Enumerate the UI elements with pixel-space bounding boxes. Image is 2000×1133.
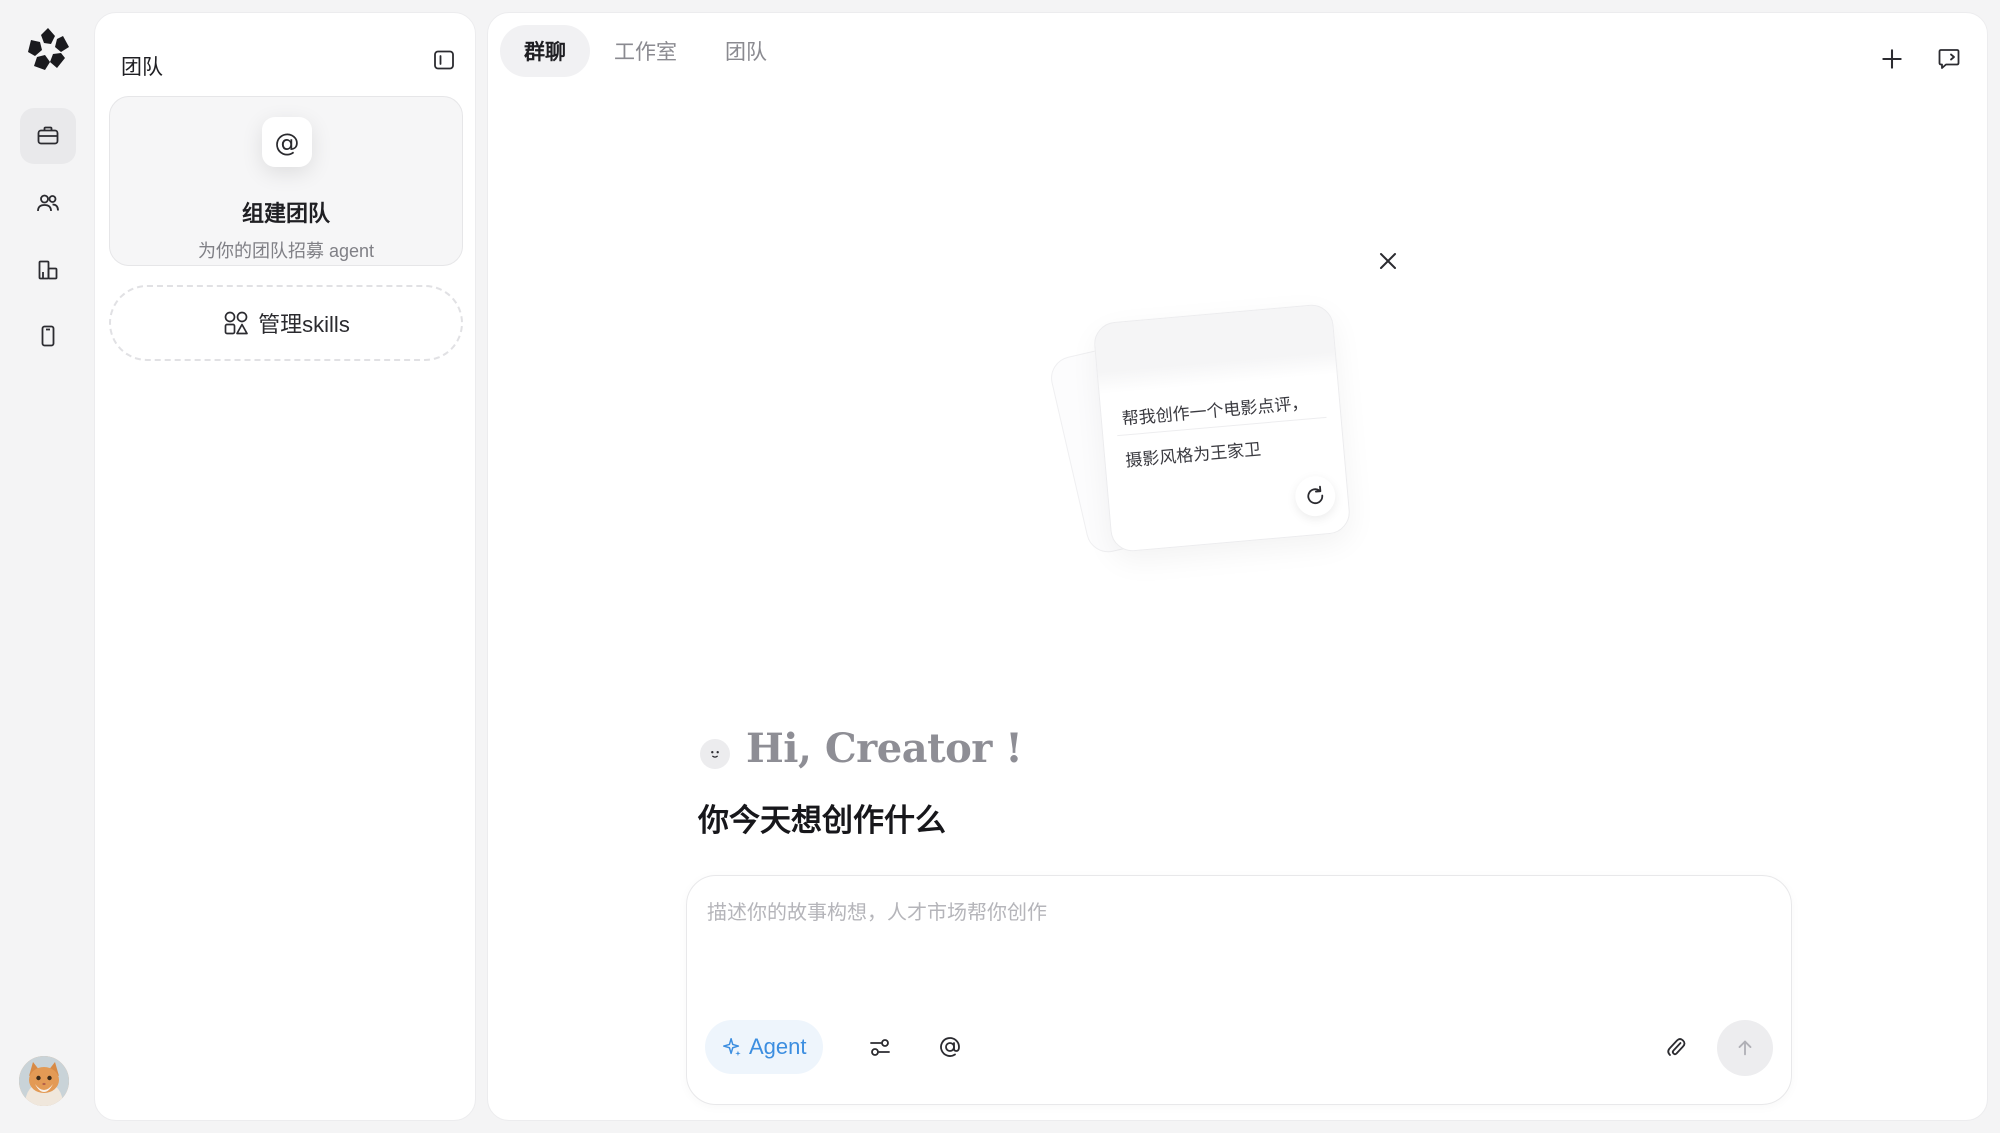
- sidebar-toggle-icon: [434, 50, 454, 70]
- message-composer: Agent: [686, 875, 1792, 1105]
- suggestion-line-1: 帮我创作一个电影点评，: [1121, 393, 1309, 429]
- rail-briefcase-button[interactable]: [20, 108, 76, 164]
- rail-buildings-button[interactable]: [20, 242, 76, 298]
- app-logo[interactable]: [25, 26, 71, 72]
- new-chat-button[interactable]: [1872, 39, 1912, 79]
- shapes-icon: [224, 311, 249, 335]
- history-button[interactable]: [1929, 39, 1969, 79]
- manage-skills-button[interactable]: 管理skills: [109, 285, 463, 361]
- at-icon: @: [262, 117, 312, 167]
- prompt-suggestion-card[interactable]: 帮我创作一个电影点评， 摄影风格为王家卫: [1046, 283, 1408, 583]
- phone-icon: [41, 325, 55, 347]
- suggestion-card-front: 帮我创作一个电影点评， 摄影风格为王家卫: [1092, 302, 1352, 554]
- team-panel-title: 团队: [121, 56, 163, 79]
- agent-mode-label: Agent: [749, 1034, 807, 1059]
- settings-toggle-button[interactable]: [857, 1024, 903, 1070]
- rail-phone-button[interactable]: [20, 308, 76, 364]
- tab-team[interactable]: 团队: [701, 25, 791, 77]
- arrow-up-icon: [1738, 1040, 1752, 1056]
- close-tip-button[interactable]: [1370, 243, 1406, 279]
- mention-button[interactable]: [927, 1024, 973, 1070]
- suggestion-line-2: 摄影风格为王家卫: [1124, 439, 1262, 471]
- paperclip-icon: [1667, 1038, 1686, 1056]
- at-sign-icon: [940, 1037, 960, 1057]
- rail-people-button[interactable]: [20, 175, 76, 231]
- chat-history-icon: [1938, 49, 1960, 69]
- refresh-icon: [1307, 485, 1324, 505]
- refresh-suggestion-button[interactable]: [1293, 474, 1337, 518]
- greeting-title: Hi, Creator !: [746, 725, 1023, 772]
- attach-file-button[interactable]: [1653, 1024, 1699, 1070]
- team-panel: 团队 @ 组建团队 为你的团队招募 agent 管理skills: [94, 12, 476, 1121]
- collapse-sidebar-button[interactable]: [423, 39, 465, 81]
- greeting-subtitle: 你今天想创作什么: [698, 803, 946, 838]
- build-team-subtitle: 为你的团队招募 agent: [197, 241, 375, 261]
- tab-studio[interactable]: 工作室: [590, 25, 701, 77]
- tab-group-chat[interactable]: 群聊: [500, 25, 590, 77]
- agent-mode-button[interactable]: Agent: [705, 1020, 823, 1074]
- close-icon: [1380, 253, 1396, 269]
- people-icon: [37, 194, 59, 212]
- manage-skills-label: 管理skills: [258, 312, 350, 337]
- build-team-title: 组建团队: [241, 201, 330, 226]
- plus-icon: [1882, 49, 1902, 69]
- send-button[interactable]: [1717, 1020, 1773, 1076]
- briefcase-icon: [37, 126, 59, 145]
- greeting-emoji-icon: [700, 739, 730, 769]
- main-panel: 群聊 工作室 团队 帮我创作一个电影点评， 摄影风格为王家卫 Hi, Creat…: [487, 12, 1988, 1121]
- left-rail: [0, 0, 94, 1133]
- story-prompt-input[interactable]: [707, 896, 1767, 996]
- sliders-icon: [870, 1039, 890, 1056]
- user-avatar[interactable]: [19, 1056, 69, 1106]
- main-tabs: 群聊 工作室 团队: [500, 25, 791, 77]
- buildings-icon: [38, 260, 58, 280]
- sparkle-icon: [723, 1038, 741, 1057]
- build-team-card[interactable]: @ 组建团队 为你的团队招募 agent: [109, 96, 463, 266]
